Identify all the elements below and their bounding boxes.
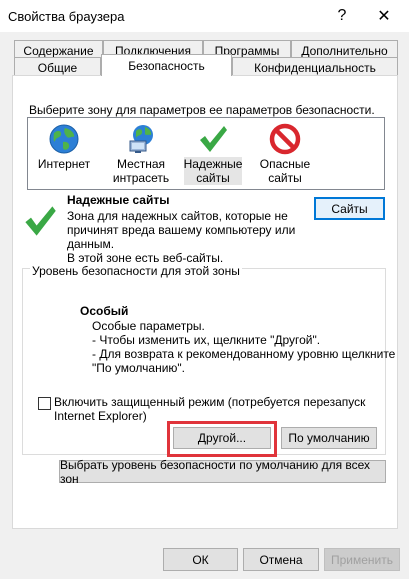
security-level-line2: - Чтобы изменить их, щелкните "Другой". — [92, 333, 321, 347]
zone-desc-line4: В этой зоне есть веб-сайты. — [67, 251, 224, 265]
zone-internet[interactable]: Интернет — [29, 118, 99, 190]
reset-all-zones-button[interactable]: Выбрать уровень безопасности по умолчани… — [59, 458, 386, 486]
prohibited-icon — [269, 123, 301, 155]
tab-general[interactable]: Общие — [14, 57, 101, 77]
security-level-line1: Особые параметры. — [92, 319, 205, 333]
security-level-line4: "По умолчанию". — [92, 361, 186, 375]
zone-label: Интернет — [37, 157, 91, 171]
protected-mode-label-line2: Internet Explorer) — [54, 409, 147, 423]
cancel-button[interactable]: Отмена — [243, 548, 319, 571]
zone-label: Местная интрасеть — [112, 157, 170, 185]
zones-prompt: Выберите зону для параметров ее параметр… — [29, 103, 375, 117]
zone-label: Надежные сайты — [183, 157, 243, 185]
ok-button[interactable]: ОК — [163, 548, 238, 571]
tab-security[interactable]: Безопасность — [101, 54, 232, 76]
security-level-line3: - Для возврата к рекомендованному уровню… — [92, 347, 396, 361]
globe-icon — [49, 124, 79, 154]
protected-mode-checkbox[interactable] — [38, 397, 51, 410]
sites-button[interactable]: Сайты — [314, 197, 385, 220]
intranet-icon — [129, 125, 153, 153]
default-level-button[interactable]: По умолчанию — [281, 427, 377, 449]
zones-list: Интернет Местная интрасеть Надежные сайт… — [27, 117, 385, 190]
zone-desc-line3: данным. — [67, 237, 115, 251]
zone-label: Опасные сайты — [259, 157, 311, 185]
highlight-box — [167, 421, 277, 457]
checkmark-icon — [200, 126, 227, 152]
zone-desc-line1: Зона для надежных сайтов, которые не — [67, 209, 288, 223]
tab-privacy[interactable]: Конфиденциальность — [232, 57, 398, 77]
zone-title: Надежные сайты — [67, 193, 170, 207]
zone-intranet[interactable]: Местная интрасеть — [106, 118, 176, 190]
apply-button[interactable]: Применить — [324, 548, 400, 571]
zone-desc-line2: причинят вреда вашему компьютеру или — [67, 223, 296, 237]
protected-mode-label-line1: Включить защищенный режим (потребуется п… — [54, 395, 366, 409]
help-button[interactable]: ? — [322, 0, 362, 32]
zone-trusted[interactable]: Надежные сайты — [178, 118, 248, 190]
security-level-name: Особый — [80, 304, 129, 318]
security-level-legend: Уровень безопасности для этой зоны — [30, 264, 242, 278]
close-button[interactable]: ✕ — [364, 0, 404, 32]
checkmark-icon — [25, 206, 56, 236]
window-title: Свойства браузера — [8, 9, 125, 24]
zone-restricted[interactable]: Опасные сайты — [250, 118, 320, 190]
